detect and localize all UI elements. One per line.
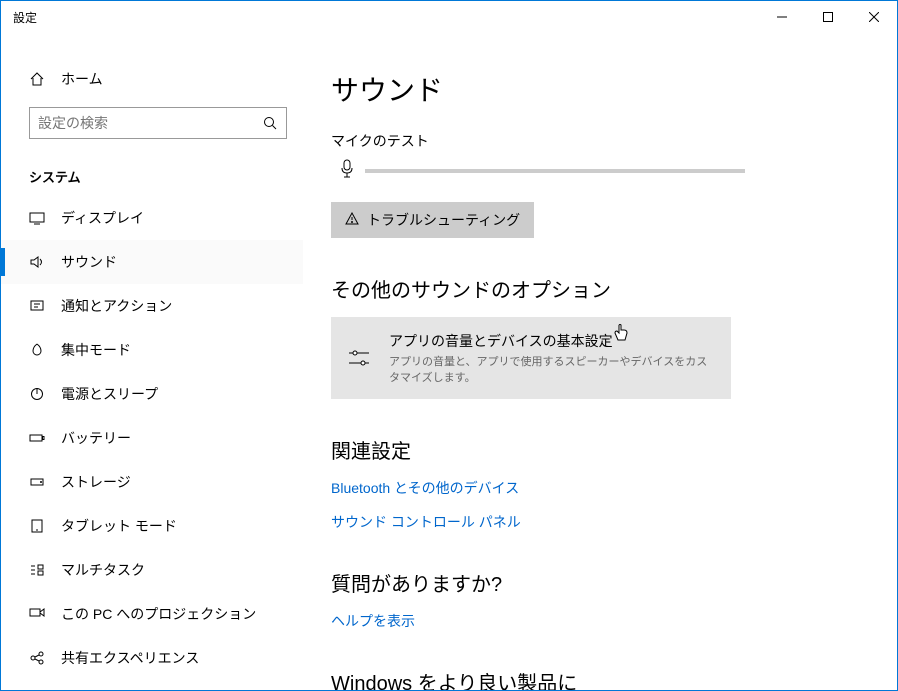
multitask-icon [29, 562, 45, 578]
sidebar-item-focus-assist[interactable]: 集中モード [1, 328, 303, 372]
home-label: ホーム [61, 69, 103, 89]
card-description: アプリの音量と、アプリで使用するスピーカーやデバイスをカスタマイズします。 [389, 353, 715, 385]
sidebar-item-label: 電源とスリープ [61, 384, 158, 404]
mic-level-bar [365, 169, 745, 173]
sidebar-item-battery[interactable]: バッテリー [1, 416, 303, 460]
share-icon [29, 650, 45, 666]
sliders-icon [347, 346, 371, 370]
home-button[interactable]: ホーム [1, 61, 303, 97]
microphone-icon [339, 159, 355, 182]
nav-list: ディスプレイ サウンド 通知とアクション 集中モード 電源とスリープ [1, 196, 303, 680]
sidebar-item-shared-experiences[interactable]: 共有エクスペリエンス [1, 636, 303, 680]
sidebar-item-label: ディスプレイ [61, 208, 144, 228]
link-bluetooth-devices[interactable]: Bluetooth とその他のデバイス [331, 478, 857, 498]
storage-icon [29, 474, 45, 490]
sidebar-item-power-sleep[interactable]: 電源とスリープ [1, 372, 303, 416]
sidebar-item-label: サウンド [61, 252, 117, 272]
improve-windows-heading: Windows をより良い製品に [331, 667, 857, 690]
card-text: アプリの音量とデバイスの基本設定 アプリの音量と、アプリで使用するスピーカーやデ… [389, 331, 715, 385]
titlebar: 設定 [1, 1, 897, 33]
maximize-button[interactable] [805, 1, 851, 33]
sidebar-item-label: 集中モード [61, 340, 131, 360]
sidebar-item-label: 通知とアクション [61, 296, 172, 316]
sidebar-item-storage[interactable]: ストレージ [1, 460, 303, 504]
focus-icon [29, 342, 45, 358]
minimize-icon [777, 12, 787, 22]
warning-icon [345, 212, 359, 229]
sidebar-item-sound[interactable]: サウンド [1, 240, 303, 284]
help-links: ヘルプを表示 [331, 611, 857, 631]
main-content: サウンド マイクのテスト トラブルシューティング その他のサウンドのオプション [303, 33, 897, 690]
projection-icon [29, 606, 45, 622]
mic-test-row [331, 159, 857, 182]
sidebar-item-label: マルチタスク [61, 560, 145, 580]
content-area: ホーム システム ディスプレイ サウンド [1, 33, 897, 690]
search-icon [254, 116, 286, 130]
app-volume-device-card[interactable]: アプリの音量とデバイスの基本設定 アプリの音量と、アプリで使用するスピーカーやデ… [331, 317, 731, 399]
related-settings-heading: 関連設定 [331, 435, 857, 464]
search-box[interactable] [29, 107, 287, 139]
sidebar-item-label: タブレット モード [61, 516, 177, 536]
card-title: アプリの音量とデバイスの基本設定 [389, 331, 715, 351]
sidebar-item-projecting[interactable]: この PC へのプロジェクション [1, 592, 303, 636]
troubleshoot-label: トラブルシューティング [367, 210, 520, 230]
titlebar-controls [759, 1, 897, 33]
search-input[interactable] [30, 115, 254, 131]
close-icon [869, 12, 879, 22]
notifications-icon [29, 298, 45, 314]
settings-window: 設定 ホーム [0, 0, 898, 691]
battery-icon [29, 430, 45, 446]
question-heading: 質問がありますか? [331, 568, 857, 597]
group-label-system: システム [1, 149, 303, 196]
sidebar-item-label: 共有エクスペリエンス [61, 648, 199, 668]
sidebar-item-display[interactable]: ディスプレイ [1, 196, 303, 240]
sidebar-item-multitasking[interactable]: マルチタスク [1, 548, 303, 592]
close-button[interactable] [851, 1, 897, 33]
link-sound-control-panel[interactable]: サウンド コントロール パネル [331, 512, 857, 532]
pointer-cursor-icon [613, 323, 629, 346]
mic-test-label: マイクのテスト [331, 131, 857, 151]
page-title: サウンド [331, 69, 857, 109]
related-links: Bluetooth とその他のデバイス サウンド コントロール パネル [331, 478, 857, 532]
troubleshoot-button[interactable]: トラブルシューティング [331, 202, 534, 238]
link-get-help[interactable]: ヘルプを表示 [331, 611, 857, 631]
sidebar: ホーム システム ディスプレイ サウンド [1, 33, 303, 690]
sound-icon [29, 254, 45, 270]
display-icon [29, 210, 45, 226]
other-sound-options-heading: その他のサウンドのオプション [331, 274, 857, 303]
maximize-icon [823, 12, 833, 22]
tablet-icon [29, 518, 45, 534]
power-icon [29, 386, 45, 402]
sidebar-item-label: ストレージ [61, 472, 131, 492]
minimize-button[interactable] [759, 1, 805, 33]
sidebar-item-notifications[interactable]: 通知とアクション [1, 284, 303, 328]
search-container [1, 97, 303, 149]
home-icon [29, 71, 45, 87]
sidebar-item-label: この PC へのプロジェクション [61, 604, 256, 624]
window-title: 設定 [1, 9, 759, 26]
sidebar-item-tablet-mode[interactable]: タブレット モード [1, 504, 303, 548]
sidebar-item-label: バッテリー [61, 428, 131, 448]
